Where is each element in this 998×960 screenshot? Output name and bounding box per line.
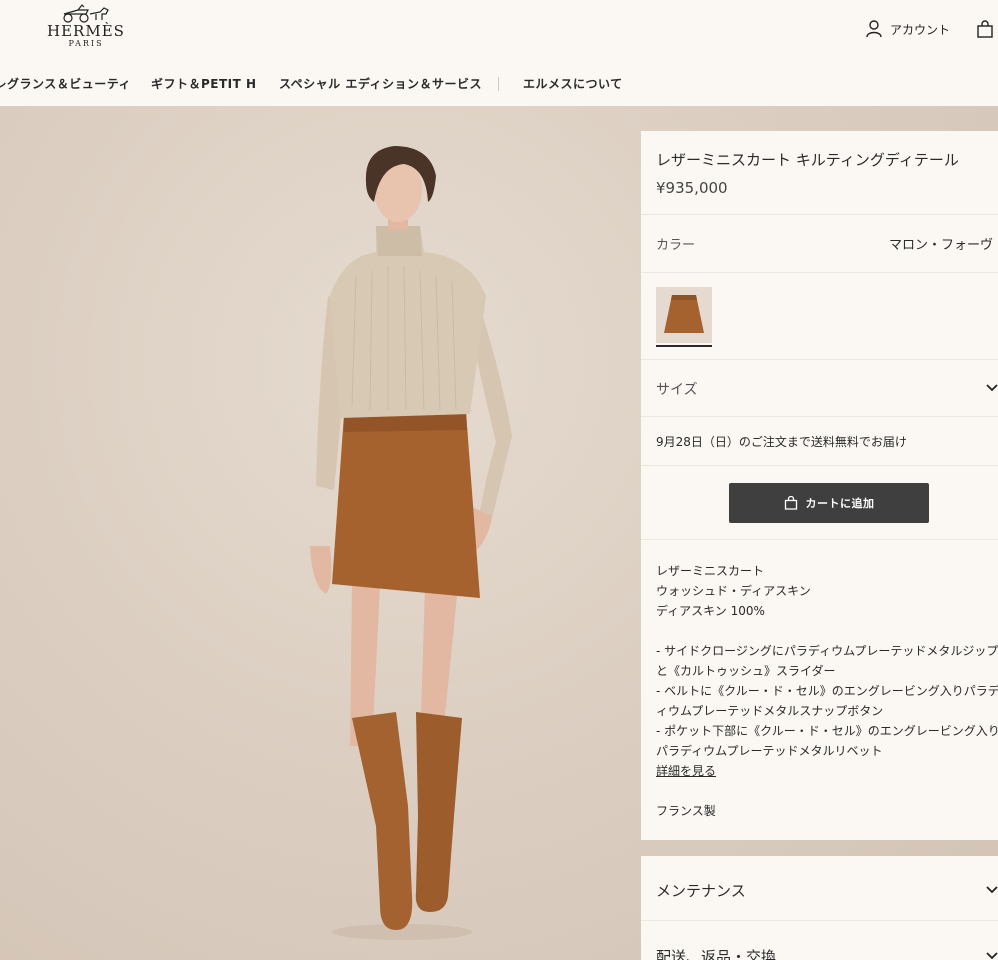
nav-item-fragrance[interactable]: フレグランス＆ビューティ [0,72,131,96]
carriage-icon [63,4,109,23]
description-bullet: ィウムプレーテッドメタルスナップボタン [656,704,884,718]
shopping-bag-icon [977,20,993,38]
description-line: ウォッシュド・ディアスキン [656,584,811,598]
product-title: レザーミニスカート キルティングディテール [656,151,959,169]
description-bullet: - サイドクロージングにパラディウムプレーテッドメタルジップ [656,644,998,658]
account-label: アカウント [890,22,951,37]
size-selector[interactable]: サイズ [641,360,998,416]
origin-text: フランス製 [656,804,716,818]
description-line: ディアスキン 100% [656,604,765,618]
account-link[interactable]: アカウント [866,18,950,40]
divider [641,214,998,215]
product-description: レザーミニスカート ウォッシュド・ディアスキン ディアスキン 100% - サイ… [656,561,998,821]
divider [641,272,998,273]
color-label: カラー [656,238,696,253]
accordion-maintenance[interactable]: メンテナンス [641,856,998,918]
description-line: レザーミニスカート [656,564,765,578]
details-link[interactable]: 詳細を見る [656,764,716,778]
nav-divider [498,77,499,91]
shopping-bag-icon [784,496,797,510]
chevron-down-icon [986,952,998,960]
brand-city: PARIS [68,39,104,48]
product-price: ¥935,000 [656,179,728,197]
user-icon [866,20,882,38]
nav-item-about[interactable]: エルメスについて [523,72,623,96]
nav-item-gifts[interactable]: ギフト＆PETIT H [151,72,257,96]
hermes-logo[interactable]: HERMÈS PARIS [42,2,130,54]
model-illustration [310,146,512,940]
nav-item-special-edition[interactable]: スペシャル エディション＆サービス [279,72,482,96]
cart-button[interactable] [976,20,994,38]
color-swatch-selected[interactable] [656,287,712,343]
delivery-note: 9月28日（日）のご注文まで送料無料でお届け [656,435,907,449]
accordion-shipping[interactable]: 配送、返品・交換 [641,922,998,960]
chevron-down-icon [986,886,998,894]
description-bullet: パラディウムプレーテッドメタルリベット [656,744,883,758]
size-label: サイズ [656,382,698,398]
accordion-label: 配送、返品・交換 [656,948,777,960]
description-bullet: - ベルトに《クルー・ド・セル》のエングレービング入りパラデ [656,684,998,698]
main-nav: フレグランス＆ビューティ ギフト＆PETIT H スペシャル エディション＆サー… [0,72,998,96]
description-bullet: と《カルトゥッシュ》スライダー [656,664,836,678]
skirt-swatch-icon [656,287,712,343]
divider [641,920,998,921]
divider [641,539,998,540]
description-bullet: - ポケット下部に《クルー・ド・セル》のエングレービング入り [656,724,998,738]
color-value: マロン・フォーヴ [889,238,994,253]
add-to-cart-label: カートに追加 [805,497,875,510]
add-to-cart-button[interactable]: カートに追加 [729,483,929,523]
info-accordions: メンテナンス 配送、返品・交換 [641,856,998,960]
divider [641,416,998,417]
accordion-label: メンテナンス [656,882,746,900]
brand-name: HERMÈS [47,22,125,40]
chevron-down-icon [986,384,998,392]
divider [641,465,998,466]
swatch-selected-indicator [656,345,712,347]
site-header: HERMÈS PARIS アカウント フレグランス＆ビューティ ギフト＆PETI… [0,0,998,106]
product-panel: レザーミニスカート キルティングディテール ¥935,000 カラー マロン・フ… [641,131,998,840]
